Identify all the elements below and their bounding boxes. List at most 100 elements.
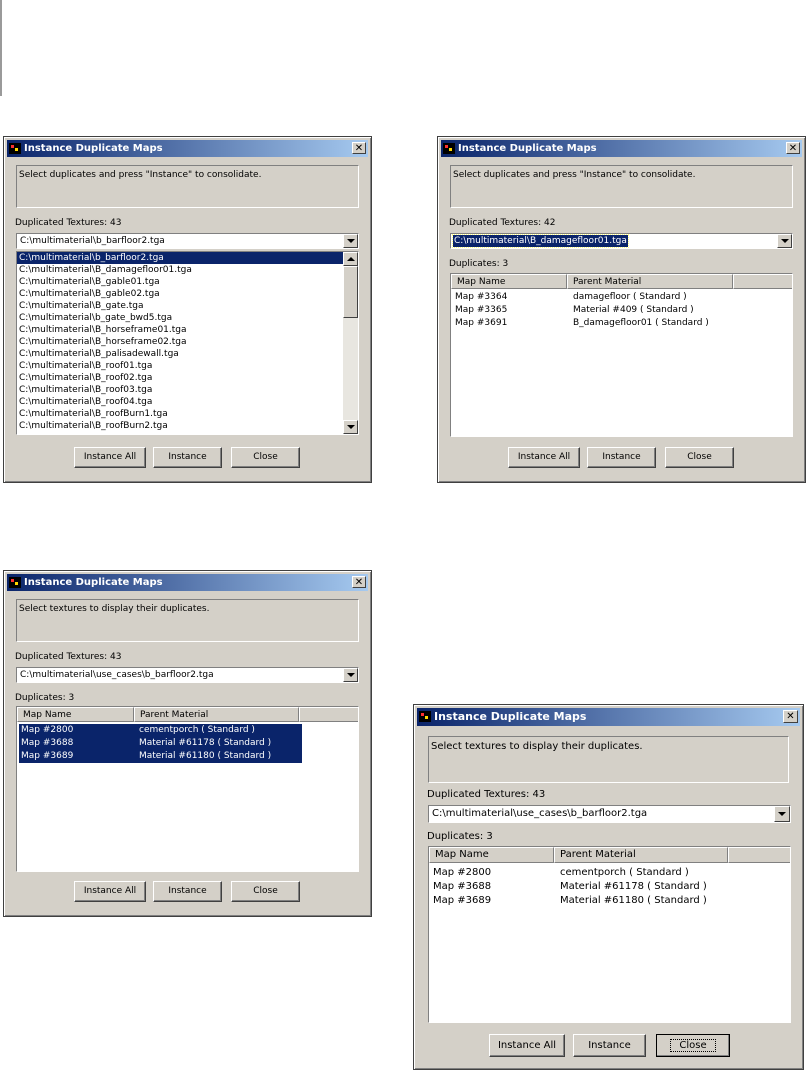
instance-all-button[interactable]: Instance All — [489, 1034, 565, 1057]
close-button[interactable]: Close — [231, 881, 300, 902]
instance-all-button[interactable]: Instance All — [508, 447, 580, 468]
map-name-cell: Map #2800 — [19, 724, 137, 737]
close-icon[interactable]: ✕ — [352, 576, 366, 588]
close-label: Close — [253, 452, 278, 462]
vertical-scrollbar[interactable] — [343, 252, 358, 434]
chevron-down-icon — [347, 425, 355, 429]
column-parent-material[interactable]: Parent Material — [567, 274, 733, 289]
duplicates-list[interactable]: Map Name Parent Material Map #2800 cemen… — [428, 846, 791, 1023]
table-row[interactable]: Map #3689 Material #61180 ( Standard ) — [17, 750, 358, 763]
dropdown-item[interactable]: C:\multimaterial\B_damagefloor01.tga — [17, 264, 358, 276]
close-icon[interactable]: ✕ — [786, 142, 800, 154]
close-button[interactable]: Close — [665, 447, 734, 468]
dropdown-item[interactable]: C:\multimaterial\B_horseframe01.tga — [17, 324, 358, 336]
table-row[interactable]: Map #2800 cementporch ( Standard ) — [17, 724, 358, 737]
table-row[interactable]: Map #3364 damagefloor ( Standard ) — [451, 291, 792, 304]
app-icon — [9, 577, 21, 588]
duplicated-textures-label: Duplicated Textures: 43 — [15, 218, 122, 228]
app-icon — [443, 143, 455, 154]
title-bar[interactable]: Instance Duplicate Maps ✕ — [417, 708, 800, 726]
dropdown-item[interactable]: C:\multimaterial\B_roofBurn1.tga — [17, 408, 358, 420]
map-name-cell: Map #3364 — [455, 292, 508, 302]
duplicated-textures-label: Duplicated Textures: 43 — [427, 789, 546, 800]
close-button[interactable]: Close — [231, 447, 300, 468]
duplicated-textures-label: Duplicated Textures: 42 — [449, 218, 556, 228]
dropdown-item[interactable]: C:\multimaterial\B_roof02.tga — [17, 372, 358, 384]
chevron-down-icon — [778, 812, 786, 816]
dropdown-item[interactable]: C:\multimaterial\b_barfloor2.tga — [17, 252, 358, 264]
instance-button[interactable]: Instance — [587, 447, 656, 468]
parent-material-cell: Material #61180 ( Standard ) — [135, 750, 302, 763]
title-bar[interactable]: Instance Duplicate Maps ✕ — [7, 574, 368, 591]
dropdown-button[interactable] — [343, 234, 358, 248]
title-bar[interactable]: Instance Duplicate Maps ✕ — [7, 140, 368, 157]
instance-button[interactable]: Instance — [573, 1034, 646, 1057]
dropdown-item[interactable]: C:\multimaterial\b_gate_bwd5.tga — [17, 312, 358, 324]
dropdown-button[interactable] — [777, 234, 792, 248]
dialog-instance-duplicate-maps-c: Instance Duplicate Maps ✕ Select texture… — [3, 570, 372, 917]
texture-select-value: C:\multimaterial\B_damagefloor01.tga — [452, 234, 629, 248]
close-button[interactable]: Close — [656, 1034, 730, 1057]
texture-select[interactable]: C:\multimaterial\b_barfloor2.tga — [16, 233, 359, 249]
column-map-name[interactable]: Map Name — [17, 707, 134, 722]
instance-label: Instance — [588, 1040, 631, 1051]
scroll-down-button[interactable] — [343, 420, 358, 434]
texture-dropdown-list[interactable]: C:\multimaterial\b_barfloor2.tga C:\mult… — [16, 251, 359, 435]
instance-button[interactable]: Instance — [153, 881, 222, 902]
close-icon[interactable]: ✕ — [783, 710, 798, 723]
close-label: Close — [253, 886, 278, 896]
instance-label: Instance — [168, 452, 207, 462]
instructions-text: Select textures to display their duplica… — [16, 599, 359, 642]
dropdown-item[interactable]: C:\multimaterial\B_roof03.tga — [17, 384, 358, 396]
parent-material-cell: Material #409 ( Standard ) — [573, 305, 694, 315]
table-row[interactable]: Map #3691 B_damagefloor01 ( Standard ) — [451, 317, 792, 330]
parent-material-cell: Material #61178 ( Standard ) — [560, 881, 707, 892]
table-row[interactable]: Map #3688 Material #61178 ( Standard ) — [429, 880, 790, 894]
column-filler — [733, 274, 792, 289]
instance-all-label: Instance All — [517, 452, 571, 462]
instance-all-button[interactable]: Instance All — [74, 447, 146, 468]
dropdown-item[interactable]: C:\multimaterial\B_palisadewall.tga — [17, 348, 358, 360]
close-icon[interactable]: ✕ — [352, 142, 366, 154]
dropdown-item[interactable]: C:\multimaterial\B_roof01.tga — [17, 360, 358, 372]
scroll-up-button[interactable] — [343, 252, 358, 266]
dropdown-item[interactable]: C:\multimaterial\B_roofBurn2.tga — [17, 420, 358, 432]
map-name-cell: Map #3689 — [19, 750, 137, 763]
column-parent-material[interactable]: Parent Material — [554, 847, 728, 863]
dropdown-item[interactable]: C:\multimaterial\B_horseframe02.tga — [17, 336, 358, 348]
scroll-thumb[interactable] — [343, 266, 358, 318]
dropdown-button[interactable] — [343, 668, 358, 682]
table-row[interactable]: Map #2800 cementporch ( Standard ) — [429, 866, 790, 880]
duplicates-list[interactable]: Map Name Parent Material Map #3364 damag… — [450, 273, 793, 437]
instance-button[interactable]: Instance — [153, 447, 222, 468]
parent-material-cell: damagefloor ( Standard ) — [573, 292, 687, 302]
map-name-cell: Map #3365 — [455, 305, 508, 315]
dialog-instance-duplicate-maps-b: Instance Duplicate Maps ✕ Select duplica… — [437, 136, 806, 483]
close-label: Close — [670, 1039, 716, 1052]
table-row[interactable]: Map #3688 Material #61178 ( Standard ) — [17, 737, 358, 750]
instructions-text: Select textures to display their duplica… — [428, 736, 789, 783]
column-map-name[interactable]: Map Name — [451, 274, 567, 289]
table-row[interactable]: Map #3365 Material #409 ( Standard ) — [451, 304, 792, 317]
dropdown-item[interactable]: C:\multimaterial\B_gable02.tga — [17, 288, 358, 300]
table-row[interactable]: Map #3689 Material #61180 ( Standard ) — [429, 894, 790, 908]
texture-select[interactable]: C:\multimaterial\use_cases\b_barfloor2.t… — [428, 805, 791, 823]
dropdown-item[interactable]: C:\multimaterial\B_gate.tga — [17, 300, 358, 312]
instance-all-button[interactable]: Instance All — [74, 881, 146, 902]
dropdown-button[interactable] — [774, 806, 790, 822]
column-map-name[interactable]: Map Name — [429, 847, 554, 863]
map-name-cell: Map #3689 — [433, 895, 492, 906]
duplicates-label: Duplicates: 3 — [427, 831, 493, 842]
instance-label: Instance — [602, 452, 641, 462]
texture-select[interactable]: C:\multimaterial\use_cases\b_barfloor2.t… — [16, 667, 359, 683]
duplicates-list[interactable]: Map Name Parent Material Map #2800 cemen… — [16, 706, 359, 872]
instructions-text: Select duplicates and press "Instance" t… — [450, 165, 793, 208]
app-icon — [9, 143, 21, 154]
title-bar[interactable]: Instance Duplicate Maps ✕ — [441, 140, 802, 157]
dropdown-item[interactable]: C:\multimaterial\B_roof04.tga — [17, 396, 358, 408]
map-name-cell: Map #3688 — [433, 881, 492, 892]
parent-material-cell: Material #61180 ( Standard ) — [560, 895, 707, 906]
dropdown-item[interactable]: C:\multimaterial\B_gable01.tga — [17, 276, 358, 288]
column-parent-material[interactable]: Parent Material — [134, 707, 299, 722]
texture-select[interactable]: C:\multimaterial\B_damagefloor01.tga — [450, 233, 793, 249]
